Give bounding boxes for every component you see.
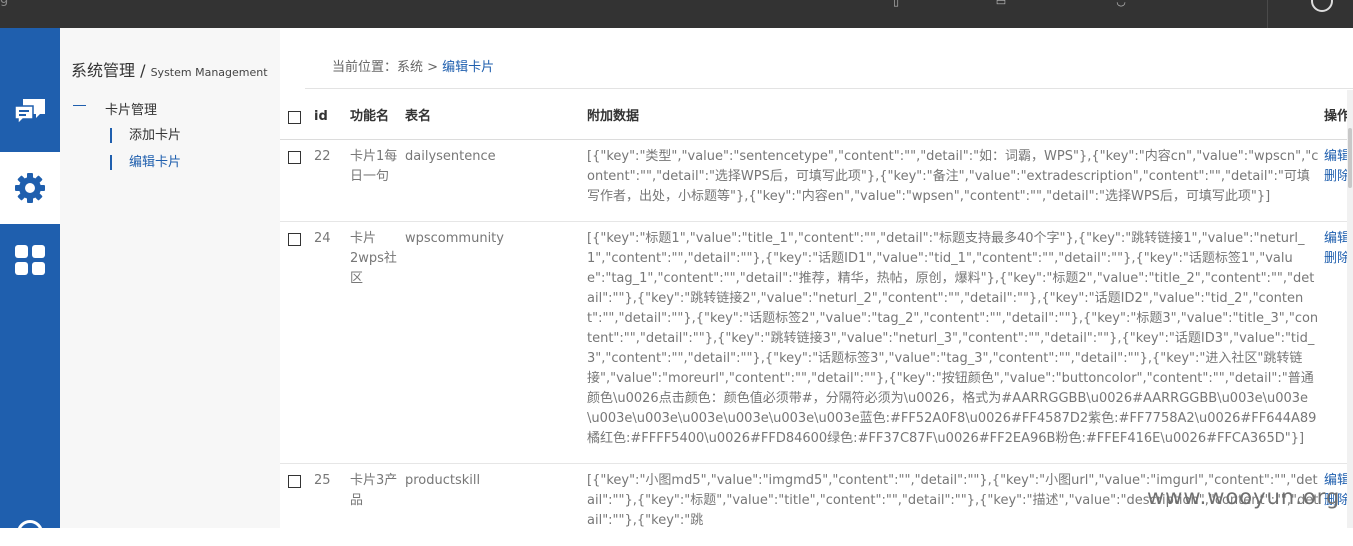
sidebar-title-en: System Management (150, 66, 268, 79)
row-checkbox[interactable] (288, 233, 301, 246)
watermark: www.wooyun.org (1147, 485, 1341, 509)
cell-id: 25 (314, 463, 350, 528)
card-table-container: id 功能名 表名 附加数据 操作 22 卡片1每日一句 dailysenten… (280, 98, 1353, 528)
header-id: id (314, 98, 350, 140)
cell-table-name: wpscommunity (405, 221, 587, 464)
header-table-name: 表名 (405, 98, 587, 140)
card-table: id 功能名 表名 附加数据 操作 22 卡片1每日一句 dailysenten… (280, 98, 1353, 528)
chat-icon (14, 99, 45, 126)
cell-function-name: 卡片1每日一句 (350, 139, 405, 222)
row-select-cell (280, 463, 314, 528)
cell-extra-data: [{"key":"类型","value":"sentencetype","con… (587, 139, 1324, 222)
row-checkbox[interactable] (288, 475, 301, 488)
iconbar-item-system[interactable] (0, 152, 60, 224)
gear-icon (15, 173, 45, 203)
cell-id: 24 (314, 221, 350, 464)
help-icon[interactable]: ▯ (889, 0, 903, 8)
sidebar-item-edit-card[interactable]: 编辑卡片 (110, 155, 181, 170)
sidebar-group-card-management[interactable]: 卡片管理 (105, 99, 157, 118)
top-bar: g ▯ ▭ ◡ (0, 0, 1353, 28)
user-icon[interactable]: ◡ (1114, 0, 1128, 8)
cell-extra-data: [{"key":"标题1","value":"title_1","content… (587, 221, 1324, 464)
icon-sidebar (0, 28, 60, 546)
cell-table-name: productskill (405, 463, 587, 528)
iconbar-item-messages[interactable] (0, 76, 60, 148)
vertical-scrollbar[interactable] (1347, 90, 1353, 528)
header-select-all (280, 98, 314, 140)
breadcrumb-current[interactable]: 编辑卡片 (442, 60, 494, 75)
table-row: 22 卡片1每日一句 dailysentence [{"key":"类型","v… (280, 139, 1353, 222)
header-extra-data: 附加数据 (587, 98, 1324, 140)
table-row: 24 卡片2wps社区 wpscommunity [{"key":"标题1","… (280, 221, 1353, 464)
scrollbar-thumb[interactable] (1348, 128, 1352, 188)
sidebar-title-cn: 系统管理 / (71, 61, 146, 80)
secondary-sidebar: 系统管理 / System Management 卡片管理 添加卡片 编辑卡片 (60, 28, 280, 528)
table-header-row: id 功能名 表名 附加数据 操作 (280, 98, 1353, 140)
document-icon[interactable]: ▭ (994, 0, 1008, 8)
cell-id: 22 (314, 139, 350, 222)
power-icon[interactable] (1311, 0, 1333, 12)
group-indicator (73, 105, 86, 106)
cell-function-name: 卡片2wps社区 (350, 221, 405, 464)
iconbar-item-apps[interactable] (0, 224, 60, 296)
breadcrumb-divider (305, 88, 1353, 89)
breadcrumb: 当前位置：系统 > 编辑卡片 (332, 56, 494, 75)
cell-table-name: dailysentence (405, 139, 587, 222)
sidebar-item-add-card[interactable]: 添加卡片 (110, 128, 181, 143)
row-select-cell (280, 221, 314, 464)
row-checkbox[interactable] (288, 151, 301, 164)
row-select-cell (280, 139, 314, 222)
iconbar-bottom-icon[interactable] (17, 520, 43, 546)
grid-icon (15, 245, 45, 275)
sidebar-title: 系统管理 / System Management (71, 57, 268, 81)
breadcrumb-prefix: 当前位置：系统 > (332, 60, 439, 75)
select-all-checkbox[interactable] (288, 111, 301, 124)
header-function-name: 功能名 (350, 98, 405, 140)
topbar-divider (1267, 0, 1268, 28)
brand-fragment: g (0, 0, 30, 6)
cell-function-name: 卡片3产品 (350, 463, 405, 528)
